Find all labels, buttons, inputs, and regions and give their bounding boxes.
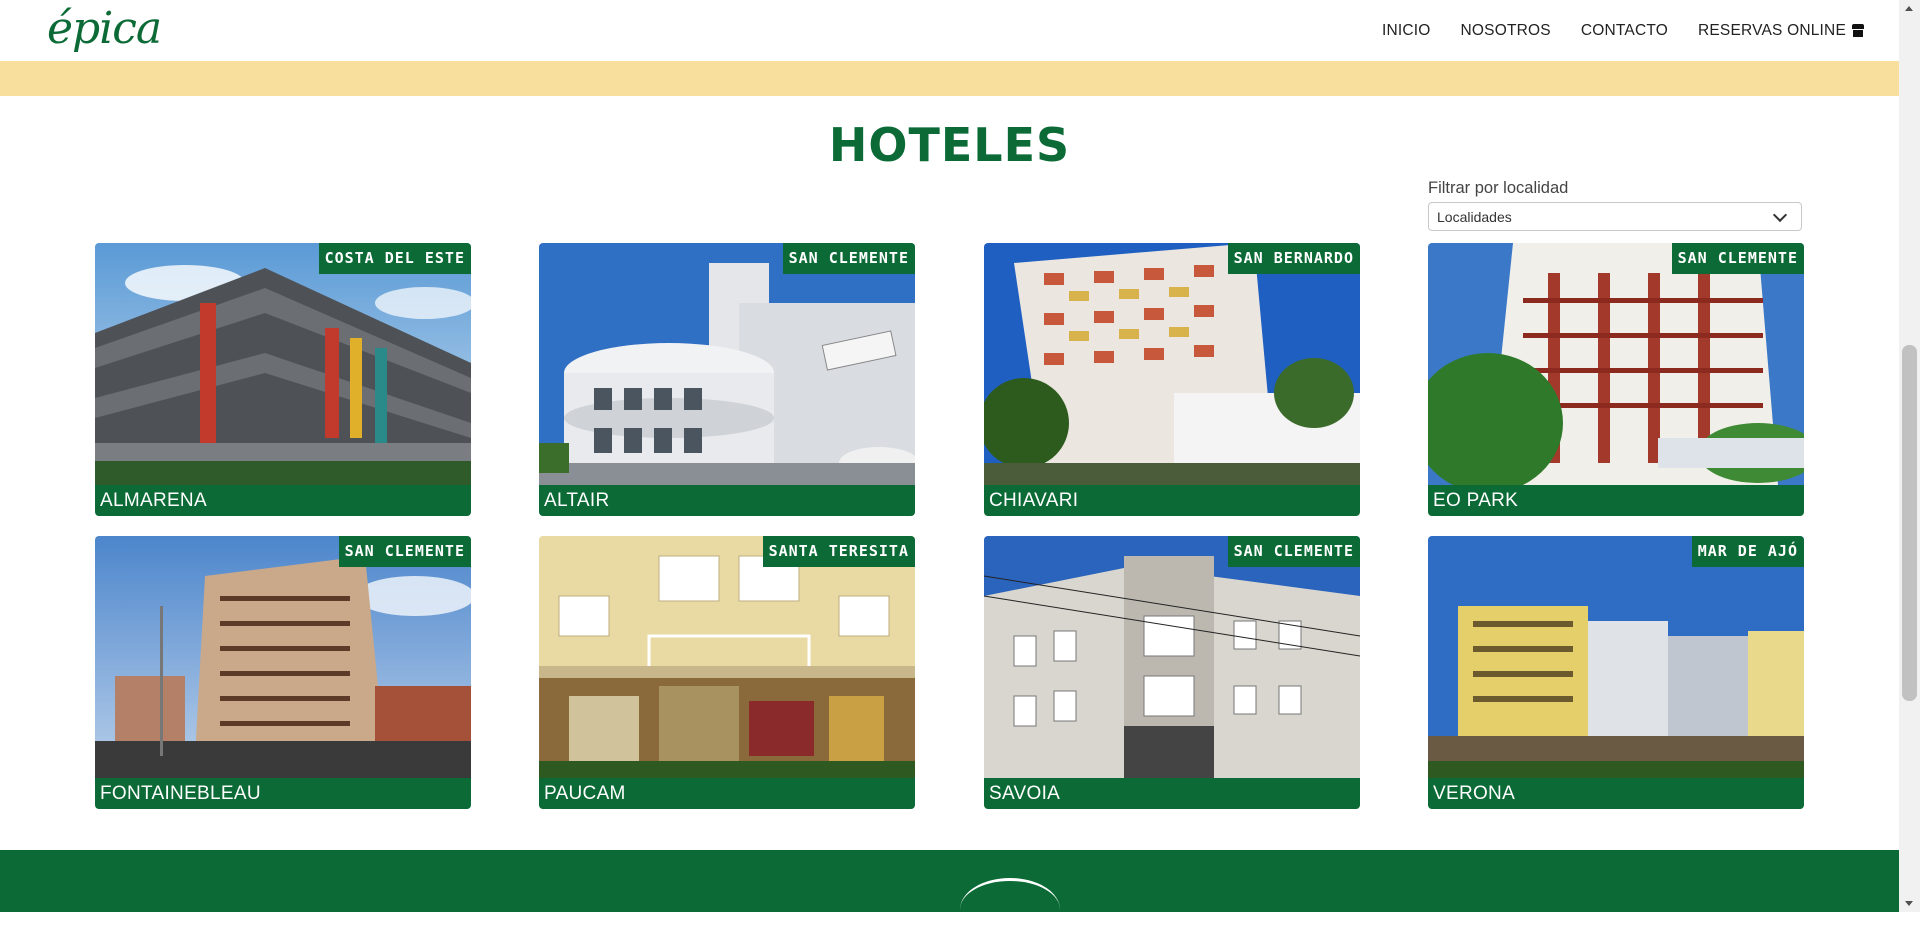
hotel-name: VERONA [1428,778,1804,809]
hotel-photo [984,536,1360,778]
hotel-card-savoia[interactable]: SAN CLEMENTE SAVOIA [984,536,1360,809]
location-badge: SAN CLEMENTE [1671,243,1804,274]
location-badge: SAN CLEMENTE [782,243,915,274]
footer-logo-mark [960,878,1060,941]
nav-reservas-online[interactable]: RESERVAS ONLINE [1698,22,1864,40]
nav-nosotros[interactable]: NOSOTROS [1461,22,1551,40]
location-badge: SAN BERNARDO [1227,243,1360,274]
hotel-name: SAVOIA [984,778,1360,809]
scroll-down-arrow-icon[interactable] [1905,901,1913,906]
filter-label: Filtrar por localidad [1428,179,1569,197]
location-badge: COSTA DEL ESTE [318,243,471,274]
location-badge: MAR DE AJÓ [1691,536,1804,567]
scroll-up-arrow-icon[interactable] [1905,6,1913,11]
hotel-name: CHIAVARI [984,485,1360,516]
locality-select-value: Localidades [1437,208,1512,225]
locality-select[interactable]: Localidades [1428,202,1802,231]
chevron-down-icon [1772,207,1788,223]
hotel-photo [95,243,471,485]
location-badge: SAN CLEMENTE [338,536,471,567]
hotel-card-altair[interactable]: SAN CLEMENTE ALTAIR [539,243,915,516]
hotel-photo [95,536,471,778]
epica-logo[interactable]: épica [47,0,162,58]
hotel-name: PAUCAM [539,778,915,809]
hotel-card-eo-park[interactable]: SAN CLEMENTE EO PARK [1428,243,1804,516]
hotel-name: FONTAINEBLEAU [95,778,471,809]
hotel-card-chiavari[interactable]: SAN BERNARDO CHIAVARI [984,243,1360,516]
hotel-photo [539,243,915,485]
hotel-name: EO PARK [1428,485,1804,516]
hotel-photo [984,243,1360,485]
main-nav: INICIO NOSOTROS CONTACTO RESERVAS ONLINE [1382,0,1864,61]
location-badge: SAN CLEMENTE [1227,536,1360,567]
hotel-photo [1428,243,1804,485]
hotel-photo [1428,536,1804,778]
scrollbar-thumb[interactable] [1902,345,1917,701]
hotel-card-almarena[interactable]: COSTA DEL ESTE ALMARENA [95,243,471,516]
nav-contacto[interactable]: CONTACTO [1581,22,1668,40]
page-title: HOTELES [828,118,1071,172]
footer [0,850,1899,912]
location-badge: SANTA TERESITA [762,536,915,567]
hotel-name: ALTAIR [539,485,915,516]
promo-band [0,61,1899,96]
store-icon [1852,24,1864,37]
hotel-photo [539,536,915,778]
page-scrollbar[interactable] [1899,0,1920,912]
nav-inicio[interactable]: INICIO [1382,22,1431,40]
top-navbar: épica INICIO NOSOTROS CONTACTO RESERVAS … [0,0,1899,61]
nav-reservas-label: RESERVAS ONLINE [1697,21,1846,39]
hotel-card-paucam[interactable]: SANTA TERESITA PAUCAM [539,536,915,809]
hotel-card-fontainebleau[interactable]: SAN CLEMENTE FONTAINEBLEAU [95,536,471,809]
hotel-card-verona[interactable]: MAR DE AJÓ VERONA [1428,536,1804,809]
hotel-name: ALMARENA [95,485,471,516]
